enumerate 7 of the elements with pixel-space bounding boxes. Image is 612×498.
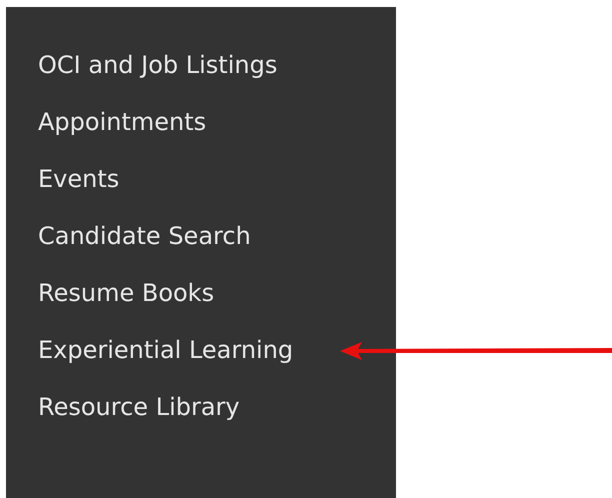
sidebar-item[interactable]: Resource Library <box>38 392 240 420</box>
sidebar-item[interactable]: Events <box>38 164 120 192</box>
sidebar-item[interactable]: OCI and Job Listings <box>38 50 278 78</box>
sidebar-item[interactable]: Experiential Learning <box>38 336 294 364</box>
sidebar-item[interactable]: Candidate Search <box>38 222 251 250</box>
sidebar-item[interactable]: Appointments <box>38 108 206 136</box>
sidebar-item[interactable]: Resume Books <box>38 278 214 306</box>
